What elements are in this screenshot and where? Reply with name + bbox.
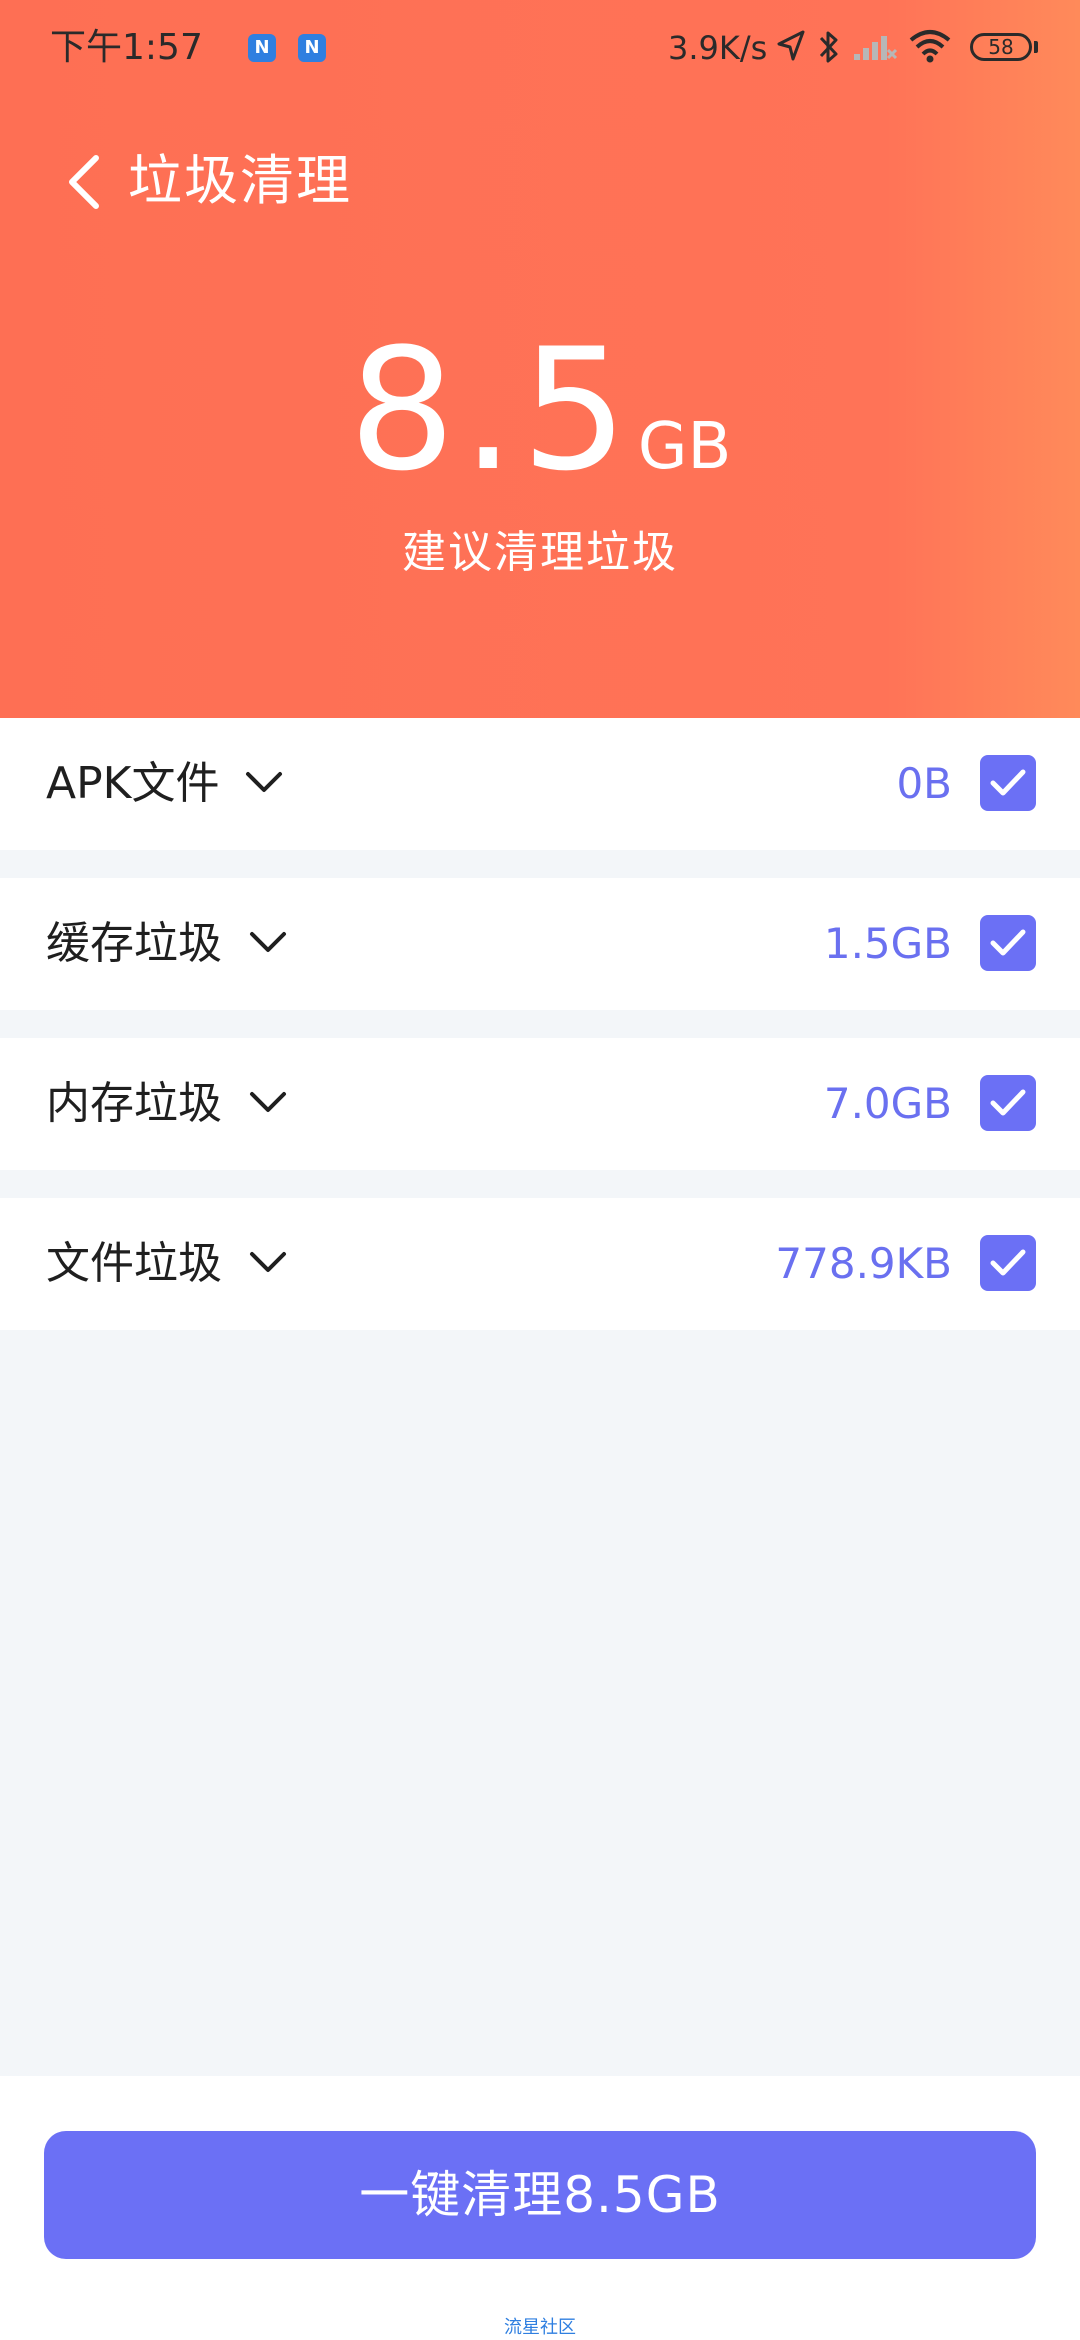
clean-suggestion: 建议清理垃圾 <box>402 527 678 578</box>
check-icon <box>990 929 1026 956</box>
battery-tip <box>1034 41 1038 53</box>
wifi-icon <box>909 30 951 63</box>
item-checkbox[interactable] <box>980 755 1036 811</box>
check-icon <box>990 769 1026 796</box>
total-value: 8.5 <box>348 312 634 508</box>
item-label: 内存垃圾 <box>46 1078 222 1129</box>
item-checkbox[interactable] <box>980 1075 1036 1131</box>
item-checkbox[interactable] <box>980 1235 1036 1291</box>
chevron-down-icon[interactable] <box>248 1088 288 1118</box>
signal-icon <box>854 36 898 60</box>
item-size: 0B <box>896 759 952 808</box>
notification-icon: N <box>248 34 276 62</box>
bluetooth-icon <box>819 31 838 63</box>
check-icon <box>990 1249 1026 1276</box>
item-label: APK文件 <box>46 758 220 809</box>
item-checkbox[interactable] <box>980 915 1036 971</box>
item-label: 文件垃圾 <box>46 1238 222 1289</box>
item-size: 7.0GB <box>823 1079 952 1128</box>
one-key-clean-button[interactable]: 一键清理8.5GB <box>44 2131 1036 2259</box>
chevron-down-icon[interactable] <box>248 1248 288 1278</box>
check-icon <box>990 1089 1026 1116</box>
item-size: 778.9KB <box>775 1239 952 1288</box>
total-unit: GB <box>637 410 732 484</box>
list-item-files[interactable]: 文件垃圾 778.9KB <box>0 1198 1080 1330</box>
watermark: 流星社区 <box>504 2317 576 2338</box>
footer: 一键清理8.5GB 流星社区 <box>0 2076 1080 2340</box>
back-button[interactable] <box>58 150 114 214</box>
chevron-down-icon[interactable] <box>244 768 284 798</box>
item-label: 缓存垃圾 <box>46 918 222 969</box>
status-bar: 下午1:57 N N 3.9K/s 58 <box>0 0 1080 96</box>
status-time: 下午1:57 <box>50 27 203 68</box>
location-icon <box>777 30 805 61</box>
total-junk-size: 8.5GB <box>0 320 1080 500</box>
network-speed: 3.9K/s <box>668 29 768 67</box>
chevron-down-icon[interactable] <box>248 928 288 958</box>
notification-icon: N <box>298 34 326 62</box>
header: 下午1:57 N N 3.9K/s 58 垃圾清理 8.5GB 建议清理垃圾 <box>0 0 1080 718</box>
chevron-left-icon <box>69 155 99 209</box>
list-item-cache[interactable]: 缓存垃圾 1.5GB <box>0 878 1080 1010</box>
page-title: 垃圾清理 <box>128 149 352 212</box>
item-size: 1.5GB <box>823 919 952 968</box>
list-item-memory[interactable]: 内存垃圾 7.0GB <box>0 1038 1080 1170</box>
battery-icon: 58 <box>970 33 1032 61</box>
list-item-apk[interactable]: APK文件 0B <box>0 718 1080 850</box>
